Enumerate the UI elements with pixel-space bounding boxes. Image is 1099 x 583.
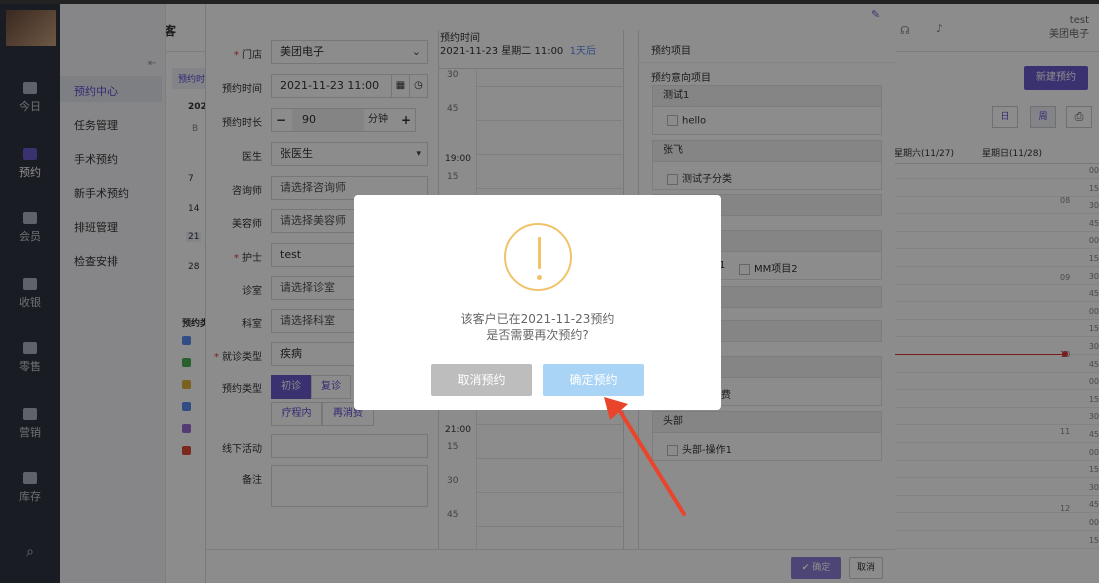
confirm-dialog: 该客户已在2021-11-23预约 是否需要再次预约? 取消预约 确定预约 [354,195,721,410]
warning-dot [537,275,542,280]
confirm-appointment-button[interactable]: 确定预约 [543,364,644,396]
warning-bar [538,237,541,269]
dialog-message-line1: 该客户已在2021-11-23预约 [460,312,615,326]
cancel-appointment-button[interactable]: 取消预约 [431,364,532,396]
warning-icon [504,223,572,291]
dialog-message-line2: 是否需要再次预约? [486,328,589,342]
dialog-message: 该客户已在2021-11-23预约 是否需要再次预约? [354,311,721,343]
